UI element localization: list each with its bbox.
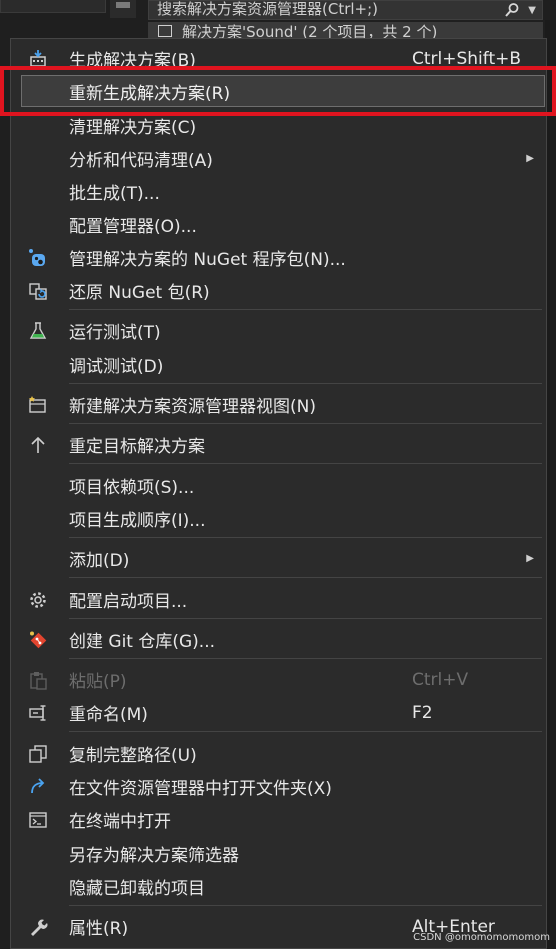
solution-explorer-search[interactable]: 搜索解决方案资源管理器(Ctrl+;) ▼ (148, 0, 543, 20)
menu-item-create-git-repo[interactable]: 创建 Git 仓库(G)... (11, 623, 546, 656)
nuget-icon (27, 247, 49, 269)
menu-item-label: 运行测试(T) (69, 323, 161, 343)
menu-item-shortcut: F2 (412, 702, 433, 723)
search-icon[interactable] (504, 2, 520, 18)
menu-item-manage-nuget[interactable]: 管理解决方案的 NuGet 程序包(N)... (11, 241, 546, 274)
menu-item-label: 在文件资源管理器中打开文件夹(X) (69, 779, 332, 799)
copy-icon (27, 743, 49, 765)
menu-item-label: 添加(D) (69, 551, 130, 571)
menu-item-label: 批生成(T)... (69, 184, 160, 204)
menu-item-clean[interactable]: 清理解决方案(C) (11, 109, 546, 142)
menu-item-label: 项目依赖项(S)... (69, 478, 195, 498)
search-placeholder: 搜索解决方案资源管理器(Ctrl+;) (157, 0, 379, 18)
menu-item-label: 另存为解决方案筛选器 (69, 846, 239, 866)
menu-item-build[interactable]: 生成解决方案(B) Ctrl+Shift+B (11, 42, 546, 75)
menu-item-rename[interactable]: 重命名(M) F2 (11, 696, 546, 729)
menu-separator (69, 577, 542, 578)
paste-icon (27, 669, 49, 691)
scrollbar-thumb[interactable] (116, 2, 130, 8)
menu-separator (69, 618, 542, 619)
menu-item-rebuild[interactable]: 重新生成解决方案(R) (11, 75, 546, 108)
menu-item-save-as-filter[interactable]: 另存为解决方案筛选器 (11, 837, 546, 870)
menu-item-label: 重定目标解决方案 (69, 437, 205, 457)
menu-item-retarget[interactable]: 重定目标解决方案 (11, 428, 546, 461)
watermark: CSDN @omomomomomom (413, 932, 550, 943)
menu-item-add[interactable]: 添加(D) ▶ (11, 542, 546, 575)
menu-separator (69, 383, 542, 384)
menu-item-config-manager[interactable]: 配置管理器(O)... (11, 208, 546, 241)
menu-item-label: 创建 Git 仓库(G)... (69, 632, 216, 652)
new-view-icon (27, 394, 49, 416)
menu-item-label: 项目生成顺序(I)... (69, 511, 206, 531)
menu-separator (69, 905, 542, 906)
menu-separator (69, 463, 542, 464)
menu-item-label: 粘贴(P) (69, 672, 127, 692)
menu-item-analyze[interactable]: 分析和代码清理(A) ▶ (11, 142, 546, 175)
menu-item-label: 隐藏已卸载的项目 (69, 879, 205, 899)
restore-icon (27, 280, 49, 302)
menu-item-paste[interactable]: 粘贴(P) Ctrl+V (11, 663, 546, 696)
chevron-down-icon[interactable]: ▼ (528, 3, 536, 19)
menu-item-project-dependencies[interactable]: 项目依赖项(S)... (11, 469, 546, 502)
menu-item-run-tests[interactable]: 运行测试(T) (11, 314, 546, 347)
arrow-up-icon (27, 434, 49, 456)
menu-item-copy-full-path[interactable]: 复制完整路径(U) (11, 737, 546, 770)
background-scrollbar[interactable] (110, 0, 136, 18)
menu-item-label: 属性(R) (69, 919, 129, 939)
solution-icon (158, 25, 172, 37)
menu-separator (69, 309, 542, 310)
menu-item-debug-tests[interactable]: 调试测试(D) (11, 348, 546, 381)
git-icon (27, 629, 49, 651)
terminal-icon (27, 809, 49, 831)
submenu-arrow-icon: ▶ (526, 153, 534, 164)
build-icon (27, 48, 49, 70)
menu-item-label: 分析和代码清理(A) (69, 151, 213, 171)
menu-item-shortcut: Ctrl+Shift+B (412, 48, 522, 69)
menu-item-label: 配置启动项目... (69, 592, 188, 612)
menu-item-build-order[interactable]: 项目生成顺序(I)... (11, 502, 546, 535)
menu-item-hide-unloaded[interactable]: 隐藏已卸载的项目 (11, 870, 546, 903)
menu-item-label: 生成解决方案(B) (69, 51, 196, 71)
menu-item-batch-build[interactable]: 批生成(T)... (11, 175, 546, 208)
menu-separator (69, 423, 542, 424)
context-menu: 生成解决方案(B) Ctrl+Shift+B 重新生成解决方案(R) 清理解决方… (10, 38, 547, 949)
menu-item-shortcut: Ctrl+V (412, 669, 469, 690)
menu-item-label: 新建解决方案资源管理器视图(N) (69, 397, 316, 417)
rename-icon (27, 702, 49, 724)
menu-item-open-in-explorer[interactable]: 在文件资源管理器中打开文件夹(X) (11, 770, 546, 803)
menu-item-label: 还原 NuGet 包(R) (69, 283, 210, 303)
wrench-icon (27, 916, 49, 938)
menu-item-label: 清理解决方案(C) (69, 118, 197, 138)
menu-item-new-explorer-view[interactable]: 新建解决方案资源管理器视图(N) (11, 388, 546, 421)
submenu-arrow-icon: ▶ (526, 553, 534, 564)
menu-item-label: 管理解决方案的 NuGet 程序包(N)... (69, 250, 346, 270)
menu-item-restore-nuget[interactable]: 还原 NuGet 包(R) (11, 274, 546, 307)
menu-separator (69, 537, 542, 538)
menu-item-label: 复制完整路径(U) (69, 746, 197, 766)
menu-item-label: 调试测试(D) (69, 357, 164, 377)
menu-item-open-in-terminal[interactable]: 在终端中打开 (11, 803, 546, 836)
menu-item-label: 在终端中打开 (69, 812, 171, 832)
menu-separator (69, 731, 542, 732)
gear-icon (27, 589, 49, 611)
open-folder-icon (27, 776, 49, 798)
background-input (0, 0, 106, 13)
menu-item-label: 重命名(M) (69, 705, 148, 725)
menu-item-label: 重新生成解决方案(R) (69, 84, 231, 104)
menu-item-label: 配置管理器(O)... (69, 217, 197, 237)
menu-item-startup-projects[interactable]: 配置启动项目... (11, 583, 546, 616)
flask-icon (27, 320, 49, 342)
menu-separator (69, 658, 542, 659)
